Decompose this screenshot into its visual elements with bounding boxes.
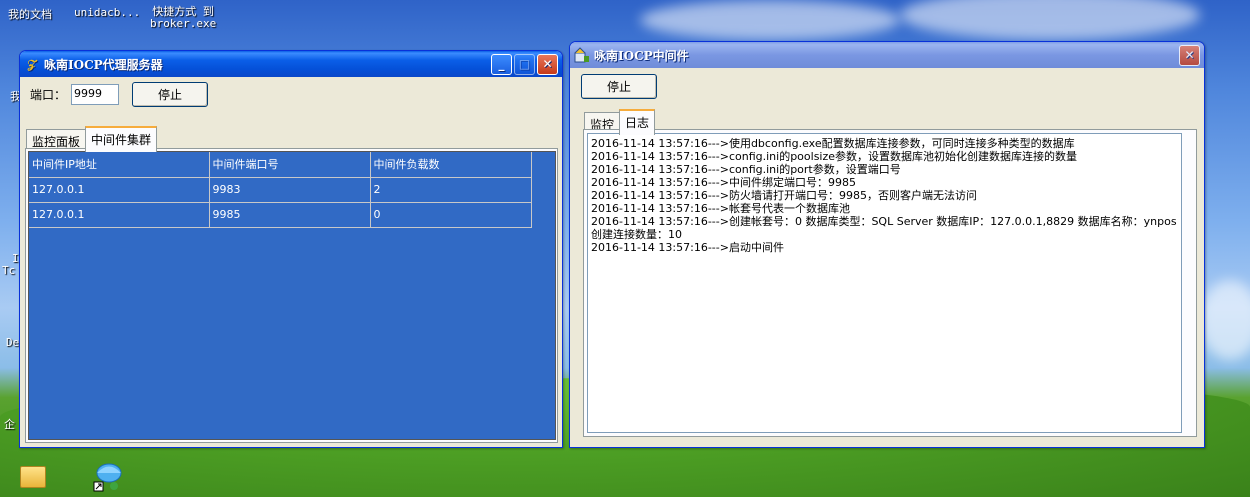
cell-port: 9983 [209,177,371,203]
close-button[interactable]: ✕ [1179,44,1200,66]
log-line: 2016-11-14 13:57:16--->使用dbconfig.exe配置数… [591,137,1075,150]
port-label: 端口： [30,88,67,102]
middleware-grid[interactable]: 中间件IP地址 中间件端口号 中间件负载数 127.0.0.1 9983 2 1… [28,151,556,440]
table-row[interactable]: 127.0.0.1 9985 0 [29,202,555,228]
cloud [640,0,900,40]
cloud [900,0,1200,40]
minimize-icon: _ [498,57,505,71]
log-textarea[interactable]: 2016-11-14 13:57:16--->使用dbconfig.exe配置数… [587,133,1182,433]
proxy-server-window: 𝒵 咏南IOCP代理服务器 _ □ ✕ 端口： 9999 停止 监控面板 中间件… [19,50,563,448]
log-line: 2016-11-14 13:57:16--->中间件绑定端口号：9985 [591,176,856,189]
app-logo-icon: 𝒵 [27,56,37,71]
window-title: 咏南IOCP代理服务器 [44,57,163,72]
desktop-icon-broker-shortcut[interactable]: 快捷方式 到 broker.exe [150,6,216,30]
close-icon: ✕ [1184,48,1195,62]
desktop-icon-label: 我的文档 [8,8,52,21]
port-input[interactable]: 9999 [71,84,119,105]
column-header[interactable]: 中间件端口号 [209,152,371,178]
cell-port: 9985 [209,202,371,228]
log-line: 2016-11-14 13:57:16--->创建帐套号：0 数据库类型：SQL… [591,215,1177,228]
log-line: 2016-11-14 13:57:16--->防火墙请打开端口号：9985，否则… [591,189,977,202]
middleware-window-titlebar[interactable]: 咏南IOCP中间件 ✕ [570,42,1204,68]
minimize-button[interactable]: _ [491,53,512,75]
table-row[interactable]: 127.0.0.1 9983 2 [29,177,555,203]
maximize-icon: □ [518,57,531,71]
app-logo-icon [574,47,590,63]
middleware-window: 咏南IOCP中间件 ✕ 停止 监控 日志 2016-11-14 13:57:16… [569,41,1205,448]
desktop-icon-label: unidacb... [74,6,141,19]
log-line: 2016-11-14 13:57:16--->config.ini的poolsi… [591,150,1078,163]
log-line: 2016-11-14 13:57:16--->启动中间件 [591,241,784,254]
column-header[interactable]: 中间件负载数 [370,152,532,178]
tab-log[interactable]: 日志 [619,109,656,135]
folder-icon[interactable] [20,466,46,488]
cell-ip: 127.0.0.1 [29,202,210,228]
cell-load: 0 [370,202,532,228]
desktop-edge-label: Tc [2,264,16,277]
cell-load: 2 [370,177,532,203]
desktop-icon-my-documents[interactable]: 我的文档 [8,6,52,22]
broker-shortcut-icon[interactable] [92,462,122,492]
cloud [1200,280,1250,360]
column-header[interactable]: 中间件IP地址 [29,152,210,178]
log-line: 2016-11-14 13:57:16--->帐套号代表一个数据库池 [591,202,850,215]
desktop-edge-label: 企 [4,418,15,431]
proxy-window-titlebar[interactable]: 𝒵 咏南IOCP代理服务器 _ □ ✕ [20,51,562,77]
close-icon: ✕ [542,57,553,71]
close-button[interactable]: ✕ [537,53,558,75]
stop-button[interactable]: 停止 [132,82,208,107]
stop-button[interactable]: 停止 [581,74,657,99]
desktop-edge-label: De [6,336,20,349]
maximize-button[interactable]: □ [514,53,535,75]
desktop-icon-unidac[interactable]: unidacb... [74,6,140,19]
window-title: 咏南IOCP中间件 [594,48,689,63]
log-line: 创建连接数量：10 [591,228,682,241]
tab-middleware-cluster[interactable]: 中间件集群 [85,126,158,152]
cell-ip: 127.0.0.1 [29,177,210,203]
desktop-icon-label: 快捷方式 到 broker.exe [150,5,217,30]
grid-header-row: 中间件IP地址 中间件端口号 中间件负载数 [29,152,555,178]
log-line: 2016-11-14 13:57:16--->config.ini的port参数… [591,163,901,176]
